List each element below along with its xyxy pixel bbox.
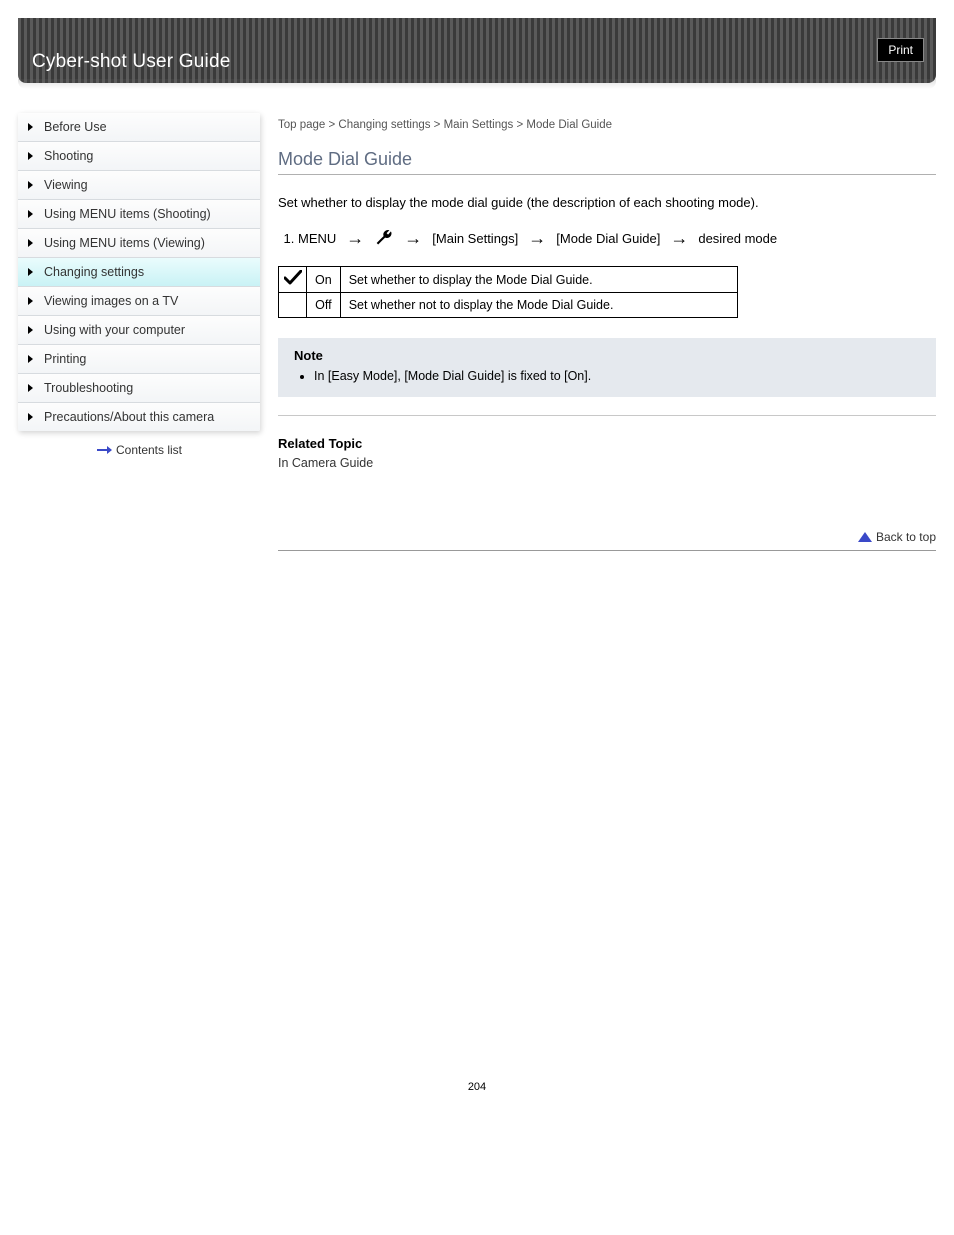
sidebar-item-label: Printing	[44, 352, 86, 366]
menu-text: MENU	[298, 231, 336, 246]
sidebar-item-tv[interactable]: Viewing images on a TV	[18, 287, 260, 316]
caret-right-icon	[28, 152, 33, 160]
page-number: 204	[18, 1081, 936, 1113]
breadcrumb: Top page > Changing settings > Main Sett…	[278, 119, 936, 131]
sidebar-item-troubleshooting[interactable]: Troubleshooting	[18, 374, 260, 403]
wrench-icon	[374, 228, 394, 248]
sidebar-item-before-use[interactable]: Before Use	[18, 113, 260, 142]
menu-text: [Mode Dial Guide]	[556, 231, 660, 246]
caret-right-icon	[28, 210, 33, 218]
option-description: Set whether to display the Mode Dial Gui…	[340, 267, 737, 293]
print-button[interactable]: Print	[877, 38, 924, 62]
title-rule	[278, 174, 936, 175]
caret-right-icon	[28, 239, 33, 247]
caret-right-icon	[28, 123, 33, 131]
arrow-right-icon: →	[670, 229, 688, 247]
sidebar-item-viewing[interactable]: Viewing	[18, 171, 260, 200]
option-icon-cell	[279, 267, 307, 293]
related-title: Related Topic	[278, 436, 936, 451]
options-table: On Set whether to display the Mode Dial …	[278, 266, 738, 318]
sidebar-item-menu-shooting[interactable]: Using MENU items (Shooting)	[18, 200, 260, 229]
back-to-top-link[interactable]: Back to top	[858, 530, 936, 544]
note-box: Note In [Easy Mode], [Mode Dial Guide] i…	[278, 338, 936, 397]
sidebar-item-computer[interactable]: Using with your computer	[18, 316, 260, 345]
footer-rule	[278, 550, 936, 551]
sidebar-item-printing[interactable]: Printing	[18, 345, 260, 374]
option-icon-cell	[279, 293, 307, 318]
contents-list-link-wrap: Contents list	[18, 443, 260, 458]
arrow-right-icon: →	[346, 229, 364, 247]
sidebar-item-changing-settings[interactable]: Changing settings	[18, 258, 260, 287]
table-row: Off Set whether not to display the Mode …	[279, 293, 738, 318]
arrow-right-icon: →	[404, 229, 422, 247]
caret-right-icon	[28, 355, 33, 363]
related-link[interactable]: In Camera Guide	[278, 456, 373, 470]
sidebar-item-label: Viewing	[44, 178, 88, 192]
sidebar: Before Use Shooting Viewing Using MENU i…	[18, 113, 260, 551]
arrow-right-icon: →	[528, 229, 546, 247]
page-title: Mode Dial Guide	[278, 149, 936, 170]
caret-right-icon	[28, 181, 33, 189]
sidebar-item-label: Viewing images on a TV	[44, 294, 178, 308]
note-title: Note	[294, 348, 920, 363]
sidebar-item-label: Troubleshooting	[44, 381, 133, 395]
sidebar-item-precautions[interactable]: Precautions/About this camera	[18, 403, 260, 431]
contents-list-label: Contents list	[116, 443, 182, 457]
main-content: Top page > Changing settings > Main Sett…	[278, 113, 936, 551]
page-description: Set whether to display the mode dial gui…	[278, 195, 936, 210]
option-label: Off	[307, 293, 341, 318]
check-icon	[284, 275, 302, 289]
sidebar-item-label: Using MENU items (Viewing)	[44, 236, 205, 250]
back-to-top-label: Back to top	[876, 530, 936, 544]
triangle-up-icon	[858, 532, 872, 542]
sidebar-item-shooting[interactable]: Shooting	[18, 142, 260, 171]
option-label: On	[307, 267, 341, 293]
caret-right-icon	[28, 413, 33, 421]
sidebar-item-label: Precautions/About this camera	[44, 410, 214, 424]
table-row: On Set whether to display the Mode Dial …	[279, 267, 738, 293]
menu-text: desired mode	[698, 231, 777, 246]
sidebar-nav: Before Use Shooting Viewing Using MENU i…	[18, 113, 260, 431]
caret-right-icon	[28, 297, 33, 305]
note-item: In [Easy Mode], [Mode Dial Guide] is fix…	[314, 369, 920, 383]
sidebar-item-label: Changing settings	[44, 265, 144, 279]
divider	[278, 415, 936, 416]
contents-list-link[interactable]: Contents list	[96, 443, 182, 457]
caret-right-icon	[28, 326, 33, 334]
caret-right-icon	[28, 384, 33, 392]
sidebar-item-menu-viewing[interactable]: Using MENU items (Viewing)	[18, 229, 260, 258]
sidebar-item-label: Before Use	[44, 120, 107, 134]
instruction-list: MENU → → [Main Settings] → [Mode Dial Gu…	[278, 228, 936, 248]
arrow-right-icon	[96, 444, 112, 458]
header-band: Cyber-shot User Guide Print	[18, 18, 936, 83]
caret-right-icon	[28, 268, 33, 276]
sidebar-item-label: Shooting	[44, 149, 93, 163]
menu-text: [Main Settings]	[432, 231, 518, 246]
instruction-step: MENU → → [Main Settings] → [Mode Dial Gu…	[298, 228, 936, 248]
sidebar-item-label: Using with your computer	[44, 323, 185, 337]
option-description: Set whether not to display the Mode Dial…	[340, 293, 737, 318]
guide-title: Cyber-shot User Guide	[32, 51, 231, 73]
sidebar-item-label: Using MENU items (Shooting)	[44, 207, 211, 221]
